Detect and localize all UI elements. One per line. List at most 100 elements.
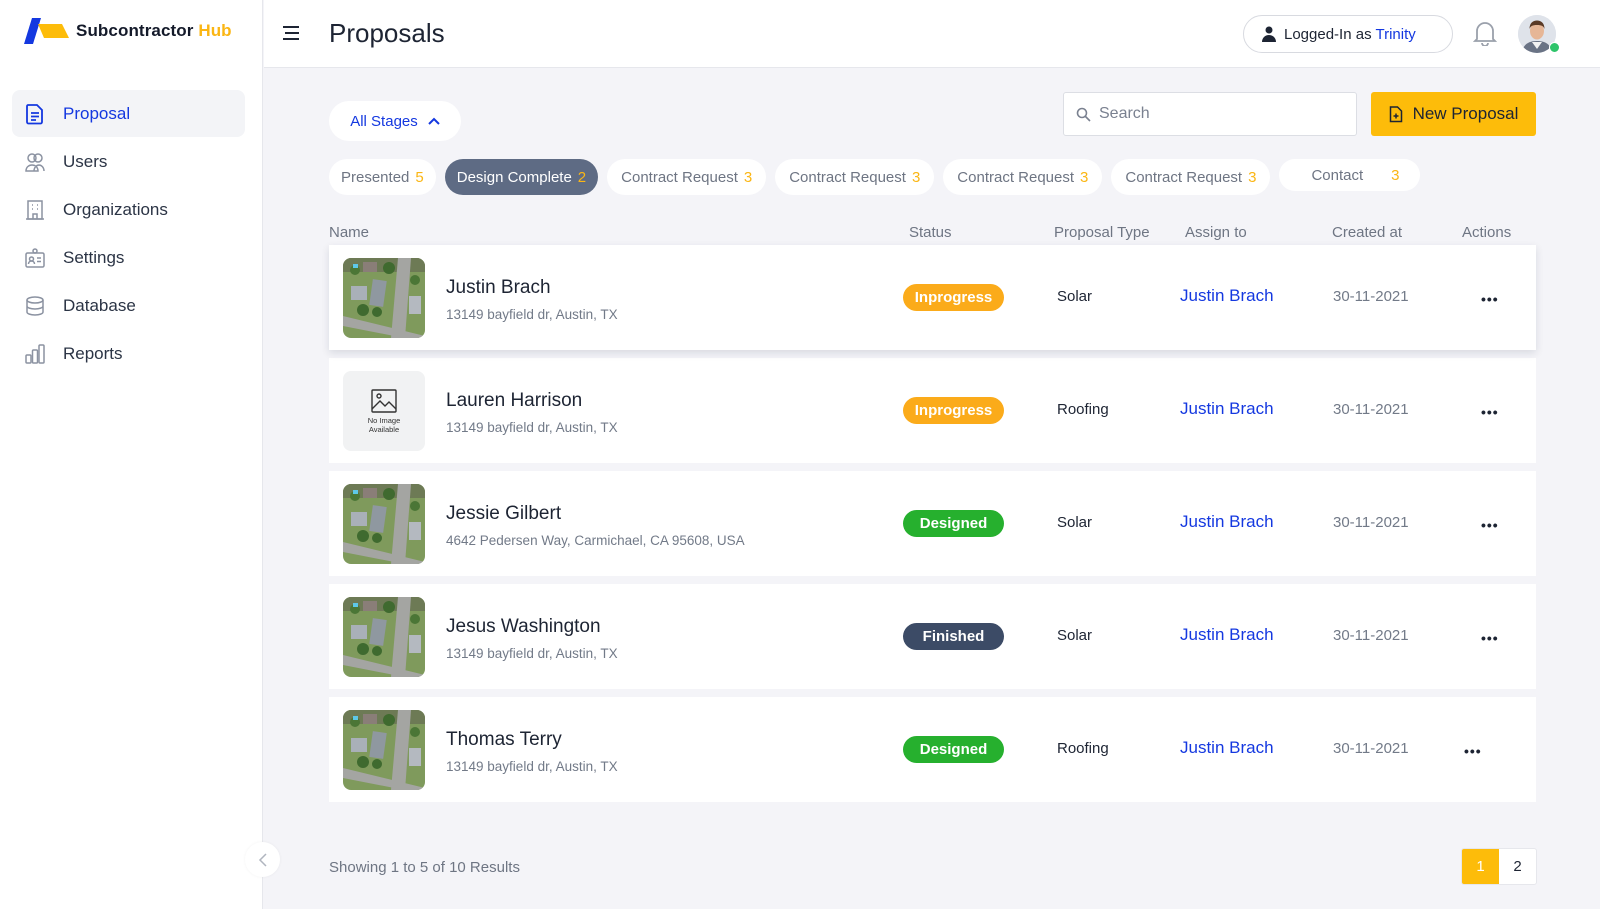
sidebar: Subcontractor Hub Proposal Users Organiz… [0, 0, 263, 909]
sidebar-nav: Proposal Users Organizations Settings Da… [12, 90, 245, 378]
proposal-type: Roofing [1057, 401, 1109, 418]
login-prefix: Logged-In as [1284, 25, 1372, 43]
stage-tab-contract-request[interactable]: Contract Request 3 [607, 159, 767, 195]
stage-label: Contract Request [957, 168, 1075, 186]
page-button-2[interactable]: 2 [1499, 849, 1536, 884]
property-aerial-image [343, 484, 425, 564]
more-actions-button[interactable]: ••• [1481, 630, 1499, 646]
customer-name[interactable]: Thomas Terry [446, 729, 562, 751]
column-header-actions: Actions [1462, 224, 1512, 241]
image-icon [371, 388, 397, 413]
property-thumbnail [343, 484, 425, 564]
created-date: 30-11-2021 [1333, 401, 1409, 418]
brand-logo[interactable]: Subcontractor Hub [24, 18, 232, 44]
created-date: 30-11-2021 [1333, 627, 1409, 644]
proposal-type: Solar [1057, 288, 1093, 305]
created-date: 30-11-2021 [1333, 740, 1409, 757]
stage-tab-design-complete[interactable]: Design Complete 2 [444, 159, 599, 195]
assignee-link[interactable]: Justin Brach [1180, 738, 1274, 758]
stage-count: 5 [415, 168, 424, 186]
more-actions-button[interactable]: ••• [1481, 291, 1499, 307]
customer-name[interactable]: Jessie Gilbert [446, 503, 561, 525]
bell-icon [1472, 22, 1498, 47]
sidebar-item-proposal[interactable]: Proposal [12, 90, 245, 137]
search-input[interactable] [1099, 105, 1339, 123]
status-badge: Inprogress [903, 284, 1004, 311]
customer-address: 13149 bayfield dr, Austin, TX [446, 307, 618, 322]
sidebar-item-settings[interactable]: Settings [12, 234, 245, 281]
sidebar-item-label: Reports [63, 343, 123, 363]
stage-tabs: Presented 5 Design Complete 2 Contract Req… [329, 159, 1420, 195]
property-aerial-image [343, 258, 425, 338]
assignee-link[interactable]: Justin Brach [1180, 286, 1274, 306]
new-proposal-button[interactable]: New Proposal [1371, 92, 1536, 136]
table-row[interactable]: Justin Brach 13149 bayfield dr, Austin, T… [329, 245, 1536, 350]
brand-name: Subcontractor Hub [76, 21, 232, 40]
proposal-type: Solar [1057, 514, 1093, 531]
stage-count: 3 [1248, 168, 1257, 186]
sidebar-item-label: Settings [63, 247, 125, 267]
customer-name[interactable]: Lauren Harrison [446, 390, 582, 412]
online-status-dot [1549, 42, 1560, 53]
more-actions-button[interactable]: ••• [1481, 517, 1499, 533]
top-bar: Proposals Logged-In as Trinity [264, 0, 1600, 68]
stage-tab-contract-request[interactable]: Contract Request 3 [943, 159, 1103, 195]
table-row[interactable]: Thomas Terry 13149 bayfield dr, Austin, T… [329, 697, 1536, 802]
customer-name[interactable]: Justin Brach [446, 277, 551, 299]
stage-tab-contact[interactable]: Contact 3 [1279, 159, 1420, 191]
no-image-text: Available [368, 424, 400, 434]
search-box[interactable] [1063, 92, 1357, 136]
stage-count: 3 [1080, 168, 1089, 186]
user-icon [1262, 26, 1276, 42]
sidebar-item-users[interactable]: Users [12, 138, 245, 185]
column-header-status[interactable]: Status [909, 224, 952, 241]
stage-count: 3 [911, 168, 921, 186]
table-row[interactable]: No Image Available Lauren Harrison 13149 ba… [329, 358, 1536, 463]
property-thumbnail: No Image Available [343, 371, 425, 451]
more-actions-button[interactable]: ••• [1464, 743, 1482, 759]
stage-count: 2 [577, 168, 587, 186]
property-thumbnail [343, 258, 425, 338]
column-header-name[interactable]: Name [329, 224, 369, 241]
customer-address: 13149 bayfield dr, Austin, TX [446, 759, 618, 774]
assignee-link[interactable]: Justin Brach [1180, 625, 1274, 645]
stage-label: Contract Request [621, 168, 738, 186]
page-button-1[interactable]: 1 [1462, 849, 1499, 884]
bar-chart-icon [24, 343, 46, 365]
property-aerial-image [343, 710, 425, 790]
collapse-sidebar-button[interactable] [245, 842, 280, 877]
status-badge: Inprogress [903, 397, 1004, 424]
assignee-link[interactable]: Justin Brach [1180, 512, 1274, 532]
logged-in-indicator[interactable]: Logged-In as Trinity [1243, 15, 1453, 53]
created-date: 30-11-2021 [1333, 514, 1409, 531]
stage-label: Presented [341, 168, 410, 186]
stage-filter-dropdown[interactable]: All Stages [329, 101, 461, 141]
sidebar-item-reports[interactable]: Reports [12, 330, 245, 377]
customer-name[interactable]: Jesus Washington [446, 616, 601, 638]
stage-count: 3 [743, 168, 753, 186]
stage-tab-presented[interactable]: Presented 5 [329, 159, 436, 195]
file-plus-icon [1389, 105, 1402, 122]
sidebar-item-database[interactable]: Database [12, 282, 245, 329]
stage-tab-contract-request[interactable]: Contract Request 3 [775, 159, 935, 195]
document-icon [24, 103, 46, 125]
table-header: Name Status Proposal Type Assign to Crea… [329, 222, 1536, 244]
assignee-link[interactable]: Justin Brach [1180, 399, 1274, 419]
stage-tab-contract-request[interactable]: Contract Request 3 [1111, 159, 1271, 195]
more-actions-button[interactable]: ••• [1481, 404, 1499, 420]
column-header-proposal-type[interactable]: Proposal Type [1054, 224, 1150, 241]
new-proposal-label: New Proposal [1412, 104, 1519, 123]
customer-address: 4642 Pedersen Way, Carmichael, CA 95608,… [446, 533, 745, 548]
sidebar-item-label: Organizations [63, 199, 168, 219]
table-row[interactable]: Jesus Washington 13149 bayfield dr, Austi… [329, 584, 1536, 689]
property-thumbnail [343, 710, 425, 790]
column-header-created-at[interactable]: Created at [1332, 224, 1402, 241]
notifications-button[interactable] [1472, 20, 1498, 51]
table-row[interactable]: Jessie Gilbert 4642 Pedersen Way, Carmich… [329, 471, 1536, 576]
customer-address: 13149 bayfield dr, Austin, TX [446, 646, 618, 661]
sidebar-item-organizations[interactable]: Organizations [12, 186, 245, 233]
results-summary: Showing 1 to 5 of 10 Results [329, 859, 520, 876]
menu-button[interactable] [282, 25, 300, 46]
pagination: 1 2 [1461, 848, 1537, 885]
column-header-assign-to[interactable]: Assign to [1185, 224, 1247, 241]
